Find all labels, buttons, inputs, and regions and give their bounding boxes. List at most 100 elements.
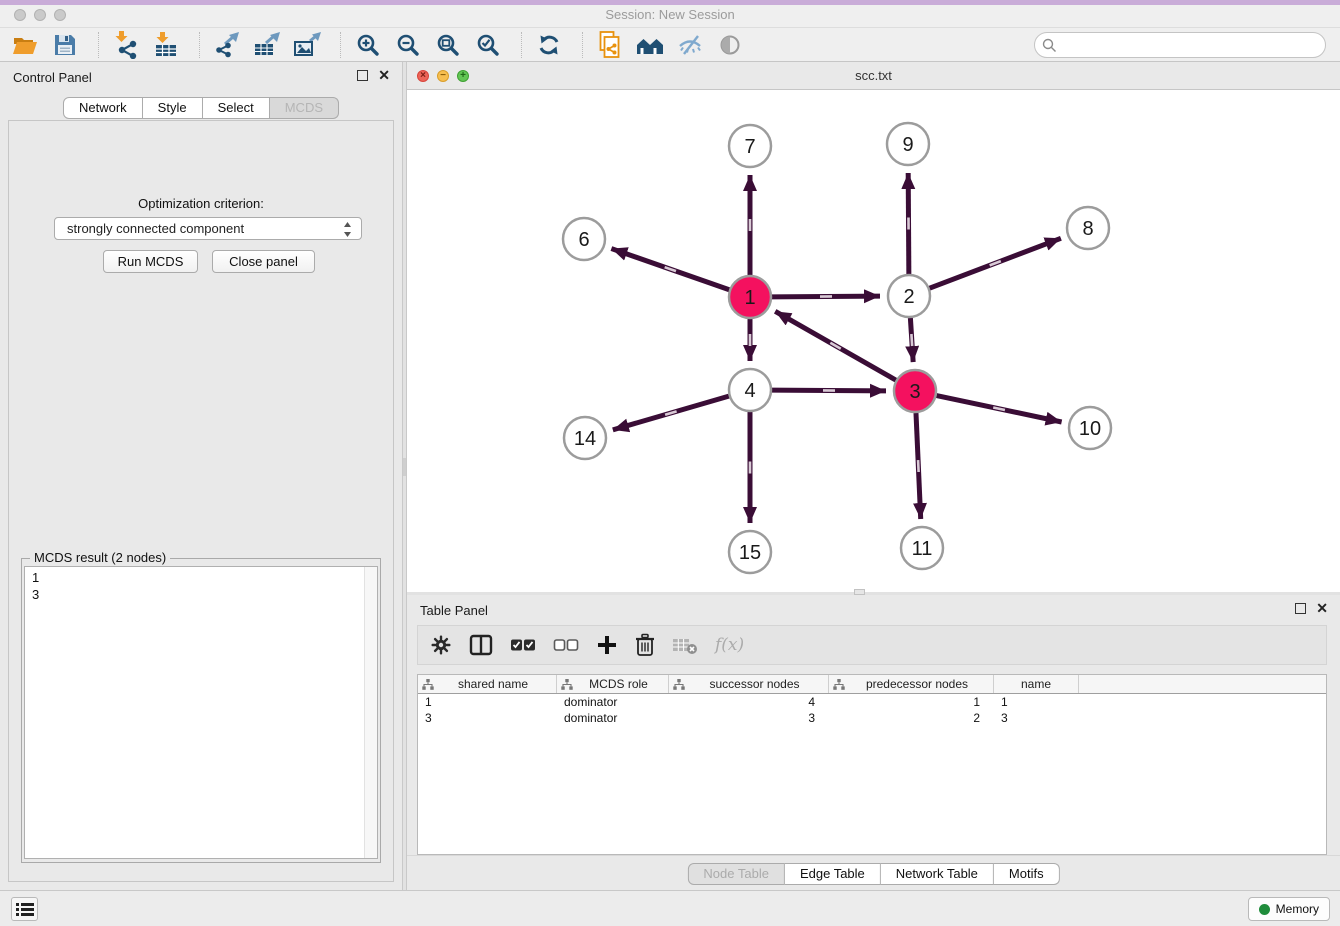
create-column-button[interactable] xyxy=(596,634,618,656)
table-cell[interactable]: dominator xyxy=(557,694,669,710)
tab-edge-table[interactable]: Edge Table xyxy=(785,863,881,885)
tab-network-table[interactable]: Network Table xyxy=(881,863,994,885)
show-panels-button[interactable] xyxy=(11,897,38,921)
zoom-selected-button[interactable] xyxy=(471,30,505,60)
column-browser-button[interactable] xyxy=(469,634,493,656)
memory-label: Memory xyxy=(1276,902,1319,916)
column-header-shared-name[interactable]: shared name xyxy=(418,675,557,693)
trash-icon xyxy=(635,633,655,657)
graph-node-label-1: 1 xyxy=(744,287,755,309)
tab-network[interactable]: Network xyxy=(63,97,143,119)
first-neighbors-button[interactable] xyxy=(633,30,667,60)
table-settings-button[interactable] xyxy=(430,634,452,656)
criterion-select[interactable]: strongly connected component xyxy=(54,217,362,240)
apply-layout-button[interactable] xyxy=(532,30,566,60)
table-body: 1dominator4113dominator323 xyxy=(418,694,1326,726)
select-all-columns-button[interactable] xyxy=(510,637,536,653)
close-panel-icon[interactable]: ✕ xyxy=(378,70,390,81)
close-panel-button[interactable]: Close panel xyxy=(212,250,315,273)
table-header-row: shared nameMCDS rolesuccessor nodesprede… xyxy=(418,675,1326,694)
table-cell[interactable]: 1 xyxy=(829,694,994,710)
plus-icon xyxy=(596,634,618,656)
column-header-name[interactable]: name xyxy=(994,675,1079,693)
open-session-button[interactable] xyxy=(8,30,42,60)
export-table-button[interactable] xyxy=(250,30,284,60)
network-window-titlebar: × − + scc.txt xyxy=(407,62,1340,90)
delete-column-button[interactable] xyxy=(635,633,655,657)
mcds-result-list[interactable]: 13 xyxy=(24,566,378,859)
export-image-button[interactable] xyxy=(290,30,324,60)
show-graphics-details-button[interactable] xyxy=(713,30,747,60)
zoom-in-button[interactable] xyxy=(351,30,385,60)
attribute-type-icon xyxy=(422,679,434,690)
tab-style[interactable]: Style xyxy=(143,97,203,119)
float-panel-icon[interactable] xyxy=(1295,603,1306,614)
tab-node-table[interactable]: Node Table xyxy=(687,863,785,885)
export-network-button[interactable] xyxy=(210,30,244,60)
table-cell[interactable]: 2 xyxy=(829,710,994,726)
zoom-fit-button[interactable] xyxy=(431,30,465,60)
toolbar-separator xyxy=(521,32,522,58)
run-mcds-button[interactable]: Run MCDS xyxy=(103,250,198,273)
memory-button[interactable]: Memory xyxy=(1248,897,1330,921)
import-network-button[interactable] xyxy=(109,30,143,60)
attribute-type-icon xyxy=(561,679,573,690)
graph-node-label-9: 9 xyxy=(902,134,913,156)
splitter-grip[interactable] xyxy=(854,589,865,595)
columns-icon xyxy=(469,634,493,656)
network-graph[interactable]: 7968124314101511 xyxy=(407,90,1340,592)
edge-label-tick xyxy=(823,389,835,392)
export-image-icon xyxy=(293,32,321,58)
splitter-grip[interactable] xyxy=(403,458,406,476)
tab-mcds[interactable]: MCDS xyxy=(270,97,339,119)
float-panel-icon[interactable] xyxy=(357,70,368,81)
import-table-button[interactable] xyxy=(149,30,183,60)
mcds-panel-body: Optimization criterion: strongly connect… xyxy=(8,120,394,882)
column-header-successor-nodes[interactable]: successor nodes xyxy=(669,675,829,693)
result-line: 1 xyxy=(32,569,39,586)
result-line: 3 xyxy=(32,586,39,603)
save-session-button[interactable] xyxy=(48,30,82,60)
attribute-type-icon xyxy=(833,679,845,690)
main-toolbar xyxy=(0,28,1340,62)
edge-label-tick xyxy=(749,462,752,474)
table-cell[interactable]: 4 xyxy=(669,694,829,710)
table-cell[interactable]: 3 xyxy=(669,710,829,726)
zoom-selected-icon xyxy=(476,33,500,57)
table-cell[interactable]: dominator xyxy=(557,710,669,726)
table-cell[interactable]: 1 xyxy=(994,694,1079,710)
right-column: × − + scc.txt 7968124314101511 Table Pan… xyxy=(407,62,1340,890)
table-cell[interactable]: 3 xyxy=(418,710,557,726)
node-table[interactable]: shared nameMCDS rolesuccessor nodesprede… xyxy=(417,674,1327,855)
toolbar-separator xyxy=(582,32,583,58)
zoom-fit-icon xyxy=(436,33,460,57)
column-header-predecessor-nodes[interactable]: predecessor nodes xyxy=(829,675,994,693)
table-row[interactable]: 3dominator323 xyxy=(418,710,1326,726)
table-row[interactable]: 1dominator411 xyxy=(418,694,1326,710)
delete-table-button[interactable] xyxy=(672,635,698,655)
deselect-all-columns-button[interactable] xyxy=(553,637,579,653)
search-input[interactable] xyxy=(1034,32,1326,58)
checked-boxes-icon xyxy=(510,637,536,653)
table-cell[interactable]: 3 xyxy=(994,710,1079,726)
table-toolbar: f(x) xyxy=(417,625,1327,665)
column-header-mcds-role[interactable]: MCDS role xyxy=(557,675,669,693)
houses-icon xyxy=(636,33,664,57)
network-view-window: × − + scc.txt 7968124314101511 xyxy=(407,62,1340,592)
tab-motifs[interactable]: Motifs xyxy=(994,863,1060,885)
result-scrollbar[interactable] xyxy=(364,567,377,858)
zoom-out-button[interactable] xyxy=(391,30,425,60)
edge-label-tick xyxy=(820,295,832,298)
close-panel-icon[interactable]: ✕ xyxy=(1316,603,1328,614)
hide-graphics-details-button[interactable] xyxy=(673,30,707,60)
export-table-icon xyxy=(253,32,281,58)
optimization-criterion-label: Optimization criterion: xyxy=(9,196,393,211)
toolbar-separator xyxy=(98,32,99,58)
tab-select[interactable]: Select xyxy=(203,97,270,119)
window-title: Session: New Session xyxy=(0,7,1340,22)
table-cell[interactable]: 1 xyxy=(418,694,557,710)
list-icon xyxy=(16,902,34,917)
function-builder-button[interactable]: f(x) xyxy=(715,635,744,655)
new-network-from-selection-button[interactable] xyxy=(593,30,627,60)
table-tabs: Node TableEdge TableNetwork TableMotifs xyxy=(687,863,1059,885)
